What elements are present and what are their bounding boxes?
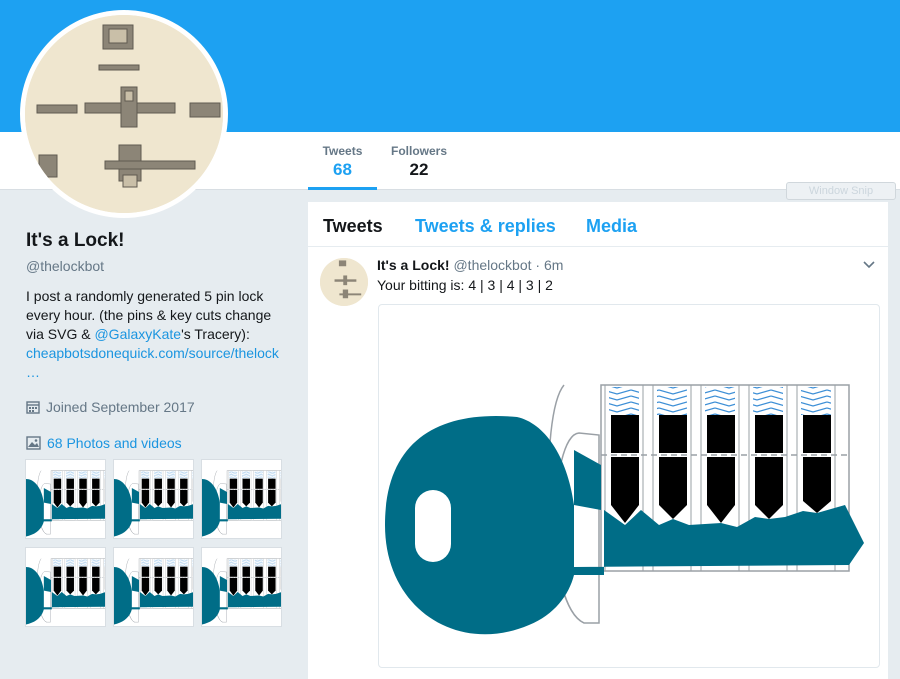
photos-link-text[interactable]: 68 Photos and videos — [47, 435, 182, 451]
tab-tweets-and-replies[interactable]: Tweets & replies — [415, 216, 556, 237]
profile-avatar[interactable] — [20, 10, 228, 218]
photo-icon — [26, 436, 41, 450]
bio-mention-link[interactable]: @GalaxyKate — [94, 326, 181, 342]
profile-name[interactable]: It's a Lock! — [26, 230, 288, 252]
bio-url-link[interactable]: cheapbotsdonequick.com/source/thelock — [26, 345, 279, 361]
nav-stat-followers[interactable]: Followers 22 — [384, 132, 454, 190]
avatar-image — [25, 15, 223, 213]
timeline: Tweets Tweets & replies Media It's a Loc… — [308, 202, 888, 679]
photos-and-videos-link[interactable]: 68 Photos and videos — [26, 435, 182, 451]
media-thumbnail[interactable] — [201, 547, 282, 627]
nav-stat-tweets[interactable]: Tweets 68 — [308, 132, 377, 190]
tweet-text: Your bitting is: 4 | 3 | 4 | 3 | 2 — [377, 277, 553, 293]
chevron-down-icon[interactable] — [862, 258, 876, 272]
tab-media[interactable]: Media — [586, 216, 637, 237]
tweet-author-name[interactable]: It's a Lock! — [377, 257, 450, 273]
stat-label: Followers — [390, 144, 447, 158]
media-thumbnail[interactable] — [25, 547, 106, 627]
stat-value: 22 — [409, 160, 429, 179]
window-snip-button[interactable]: Window Snip — [786, 182, 896, 200]
profile-bio: I post a randomly generated 5 pin lock e… — [26, 287, 288, 382]
media-thumbnail[interactable] — [113, 459, 194, 539]
media-thumbnail[interactable] — [25, 459, 106, 539]
tweet-separator: · — [535, 257, 541, 273]
timeline-tabs: Tweets Tweets & replies Media — [308, 202, 888, 247]
tab-tweets[interactable]: Tweets — [323, 216, 383, 237]
bio-url-ellipsis[interactable]: … — [26, 364, 40, 380]
joined-text: Joined September 2017 — [46, 399, 195, 415]
bio-text: 's Tracery): — [181, 326, 250, 342]
stat-label: Tweets — [322, 144, 363, 158]
tweet-timestamp[interactable]: 6m — [544, 257, 563, 273]
tweet-media-image[interactable] — [378, 304, 880, 668]
media-thumbnail[interactable] — [201, 459, 282, 539]
media-thumbnail[interactable] — [113, 547, 194, 627]
profile-card: It's a Lock! @thelockbot I post a random… — [26, 230, 288, 382]
stat-value: 68 — [333, 160, 352, 179]
tweet-header: It's a Lock! @thelockbot · 6m — [377, 257, 563, 273]
profile-handle[interactable]: @thelockbot — [26, 258, 288, 274]
joined-date: Joined September 2017 — [26, 399, 195, 415]
tweet-avatar[interactable] — [320, 258, 368, 306]
tweet-author-handle[interactable]: @thelockbot — [453, 257, 531, 273]
calendar-icon — [26, 401, 40, 414]
